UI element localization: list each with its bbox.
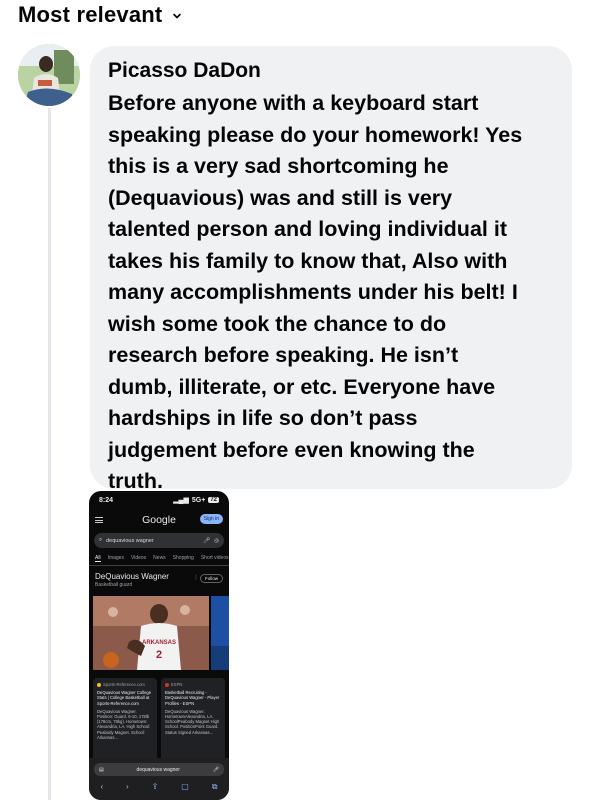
jersey-text: ARKANSAS	[142, 640, 176, 646]
comment-line: talented person and loving individual it	[108, 217, 507, 241]
search-box: ⌕ dequavious wagner 🎤︎ ◎	[94, 533, 224, 548]
comment-line: (Dequavious) was and still is very	[108, 185, 453, 210]
comment-line: dumb, illiterate, or etc. Everyone have	[108, 374, 496, 399]
tab-videos: Videos	[130, 555, 147, 561]
attached-screenshot[interactable]: 8:24 ▂▄▆ 5G+ 72 Google Sign in ⌕ dequavi…	[89, 491, 229, 800]
comment-line: speaking please do your homework! Yes	[108, 122, 523, 147]
card-source: Sports-Reference.com	[103, 682, 145, 687]
more-options-icon: ⋮	[193, 575, 199, 581]
card-title: Basketball Recruiting - DeQuavious Wagne…	[165, 690, 220, 706]
network-label: 5G+	[191, 496, 206, 504]
search-query: dequavious wagner	[106, 537, 154, 544]
comment-line: Before anyone with a keyboard start	[108, 91, 479, 115]
tab-images: Images	[107, 555, 124, 561]
tab-short-videos: Short videos	[200, 555, 229, 561]
bookmarks-icon: ▢	[181, 782, 189, 791]
comment-line: this is a very sad shortcoming he	[108, 154, 449, 178]
comment-line: takes his family to know that, Also with	[108, 248, 508, 273]
tabs-icon: ⧉	[211, 782, 218, 791]
player-photo: ARKANSAS 2	[93, 596, 229, 670]
status-time: 8:24	[99, 496, 114, 504]
espn-icon	[165, 682, 169, 687]
comment-bubble: Picasso DaDon Before anyone with a keybo…	[90, 46, 572, 493]
search-icon: ⌕	[99, 537, 103, 543]
sort-dropdown[interactable]: Most relevant	[18, 0, 182, 30]
avatar[interactable]	[18, 44, 80, 106]
phone-status-bar: 8:24 ▂▄▆ 5G+ 72	[89, 491, 229, 509]
search-tabs: All Images Videos News Shopping Short vi…	[89, 550, 229, 565]
comment-line: research before speaking. He isn’t	[108, 343, 459, 367]
sort-label: Most relevant	[18, 2, 163, 27]
forward-icon: ›	[126, 782, 129, 791]
tab-all: All	[95, 555, 101, 562]
back-icon: ‹	[100, 782, 104, 791]
card-snippet: DeQuavious Wagner. Position: Guard. 6-10…	[97, 708, 151, 740]
follow-button: Follow	[199, 574, 223, 583]
comment-line: judgement before even knowing the	[108, 437, 475, 462]
google-header: Google Sign in	[89, 509, 229, 531]
share-icon: ⇪	[151, 782, 159, 791]
sports-reference-icon	[97, 682, 101, 687]
url-bar: ▤ dequavious wagner 🎤︎	[94, 763, 224, 776]
comment-line: hardships in life so don’t pass	[108, 406, 418, 430]
battery-icon: 72	[208, 497, 219, 503]
chevron-down-icon	[173, 13, 182, 19]
result-card: ESPN Basketball Recruiting - DeQuavious …	[161, 678, 225, 766]
comment-line: many accomplishments under his belt! I	[108, 280, 518, 304]
signal-icon: ▂▄▆	[173, 497, 189, 504]
result-card: Sports-Reference.com DeQuavious Wagner C…	[93, 678, 157, 766]
svg-text:2: 2	[156, 649, 162, 661]
card-snippet: DeQuavious Wagner. HometownAlexandria, L…	[165, 708, 220, 735]
comment-line: wish some took the chance to do	[108, 311, 447, 336]
sign-in-button: Sign in	[199, 514, 223, 524]
comment-text: Before anyone with a keyboard start spea…	[108, 88, 554, 498]
thread-line	[48, 108, 51, 800]
knowledge-panel: DeQuavious Wagner Basketball guard ⋮ Fol…	[89, 566, 229, 590]
lens-icon: ◎	[214, 537, 219, 544]
comment-author[interactable]: Picasso DaDon	[108, 58, 554, 84]
mic-icon: 🎤︎	[212, 766, 219, 773]
browser-nav: ‹ › ⇪ ▢ ⧉	[89, 776, 229, 792]
url-text: dequavious wagner	[136, 766, 180, 773]
tabs-view-icon: ▤	[99, 766, 104, 773]
card-source: ESPN	[171, 682, 183, 687]
card-title: DeQuavious Wagner College Stats | Colleg…	[97, 690, 152, 706]
result-cards: Sports-Reference.com DeQuavious Wagner C…	[89, 670, 229, 766]
mic-icon: 🎤︎	[203, 537, 211, 544]
tab-news: News	[153, 555, 166, 561]
browser-bottom-bar: ▤ dequavious wagner 🎤︎ ‹ › ⇪ ▢ ⧉	[89, 758, 229, 800]
tab-shopping: Shopping	[172, 555, 194, 561]
